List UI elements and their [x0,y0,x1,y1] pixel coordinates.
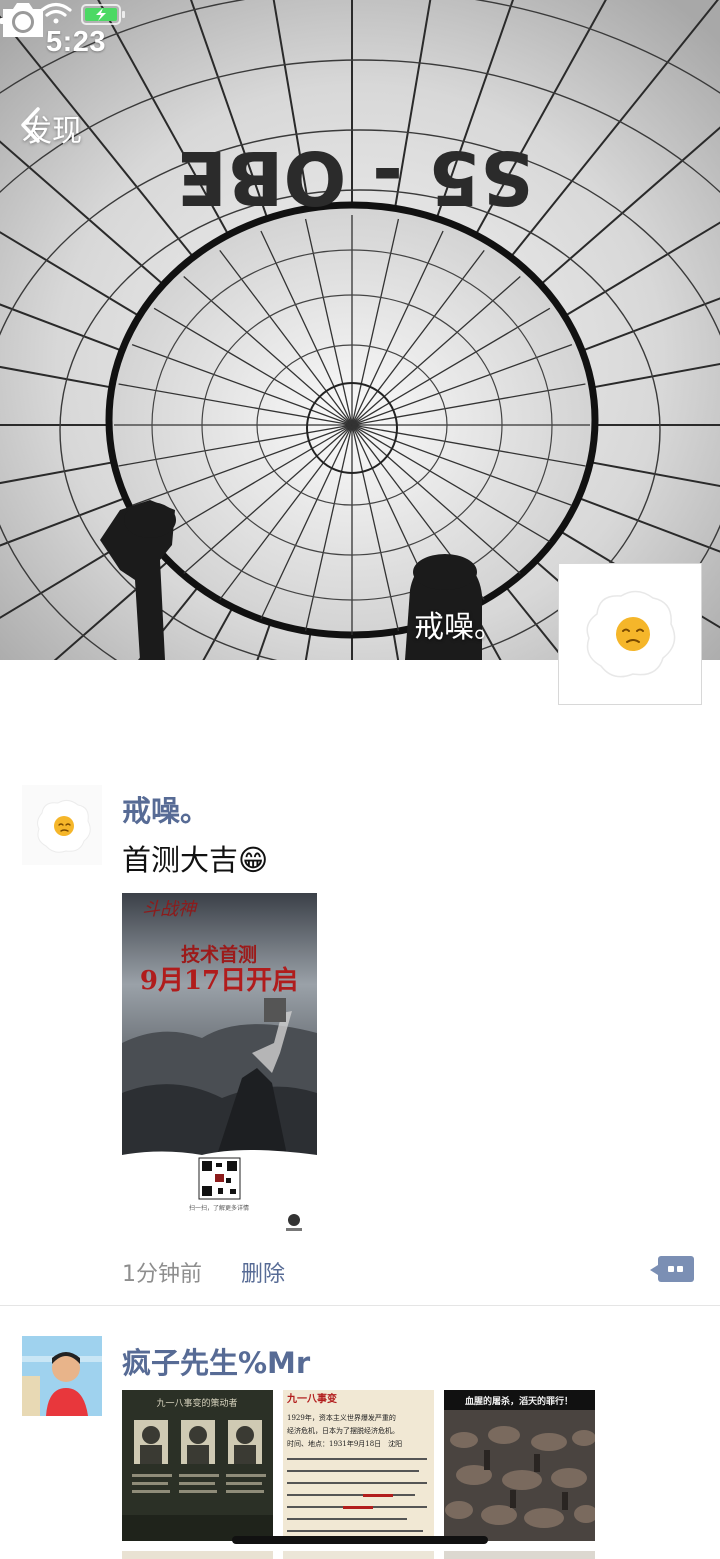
profile-avatar[interactable] [558,563,702,705]
delete-link[interactable]: 删除 [241,1256,285,1288]
poster-caption: 扫一扫，了解更多详情 [189,1204,249,1212]
image-1-title: 九一八事变的策动者 [156,1397,237,1409]
comment-like-button[interactable] [650,1256,694,1282]
status-bar: 5:23 [0,0,720,90]
back-button[interactable]: 发现 [18,106,82,150]
post-timestamp: 1分钟前 [122,1262,202,1287]
post-image-6[interactable] [444,1551,595,1559]
camera-icon[interactable] [0,0,46,40]
hot-air-balloon-image: S5 - OBE [0,0,720,660]
image-2-line-1: 1929年，资本主义世界爆发严重的 [287,1413,396,1422]
war-crime-image: 血腥的屠杀，滔天的罪行！ [444,1390,595,1541]
publisher-logo-icon [286,1214,302,1231]
post-text: 首测大吉😁 [122,843,269,877]
svg-text:斗战神: 斗战神 [142,899,198,920]
post-image-4[interactable] [122,1551,273,1559]
cover-display-name: 戒噪。 [414,610,504,645]
qr-code-icon [198,1157,241,1200]
balloon-lettering: S5 - OBE [177,134,534,220]
battery-icon [81,4,125,25]
post-divider [0,1305,720,1306]
image-2-title: 九一八事变 [286,1392,337,1405]
historical-figures-image: 九一八事变的策动者 [122,1390,273,1541]
boy-photo-avatar [22,1336,102,1416]
post-image-5[interactable] [283,1551,434,1559]
post-image-1[interactable]: 九一八事变的策动者 [122,1390,273,1541]
image-2-line-2: 经济危机，日本为了摆脱经济危机。 [287,1426,399,1435]
poster-headline: 技术首测 [181,943,257,966]
post-image-2[interactable]: 九一八事变 1929年，资本主义世界爆发严重的 经济危机，日本为了摆脱经济危机。… [283,1390,434,1541]
poster-date: 9月17日开启 [140,965,298,996]
post-image-poster[interactable]: 斗战神 技术首测 9月17日开启 扫一扫，了解更多详情 [122,893,317,1240]
post-avatar[interactable] [22,785,102,865]
chevron-left-icon [21,107,40,143]
image-2-line-3: 时间、地点：1931年9月18日 沈阳 [287,1439,402,1448]
image-3-title: 血腥的屠杀，滔天的罪行！ [465,1395,573,1407]
cover-photo[interactable]: S5 - OBE 5:23 发现 戒噪。 [0,0,720,660]
post-author-name[interactable]: 疯子先生%Mr [122,1340,310,1382]
post-author-name[interactable]: 戒噪。 [122,788,209,830]
status-time: 5:23 [46,26,107,58]
post-image-3[interactable]: 血腥的屠杀，滔天的罪行！ [444,1390,595,1541]
history-text-image: 九一八事变 1929年，资本主义世界爆发严重的 经济危机，日本为了摆脱经济危机。… [283,1390,434,1541]
fried-egg-avatar-icon [37,799,91,853]
fried-egg-avatar-icon [586,590,676,678]
wifi-icon [40,2,72,24]
game-poster-image: 斗战神 技术首测 9月17日开启 扫一扫，了解更多详情 [122,893,317,1231]
home-indicator[interactable] [232,1536,488,1544]
post-avatar[interactable] [22,1336,102,1416]
